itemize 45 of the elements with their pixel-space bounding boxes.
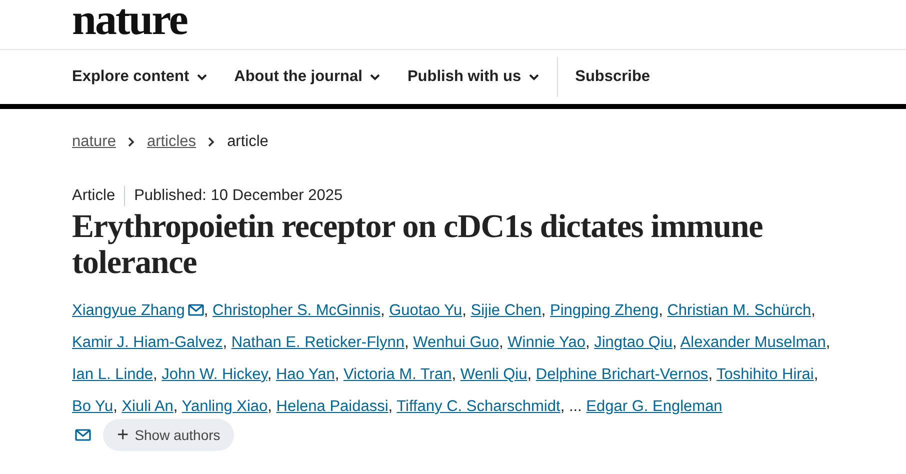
article-type: Article — [72, 187, 116, 205]
breadcrumb-link[interactable]: articles — [146, 133, 196, 151]
show-authors-button[interactable]: + Show authors — [103, 419, 234, 451]
author-link[interactable]: Alexander Muselman — [680, 334, 826, 351]
nav-link[interactable]: About the journal — [234, 68, 380, 86]
article-title: Erythropoietin receptor on cDC1s dictates immune tolerance — [72, 209, 764, 281]
author-link[interactable]: Christian M. Schürch — [667, 302, 812, 319]
author-link[interactable]: Pingping Zheng — [550, 302, 659, 319]
breadcrumb-link[interactable]: nature — [72, 133, 116, 151]
chevron-right-icon — [208, 137, 216, 147]
author-link[interactable]: Delphine Brichart-Vernos — [536, 366, 708, 383]
author-link[interactable]: Yanling Xiao — [182, 398, 268, 415]
chevron-down-icon — [529, 74, 540, 80]
envelope-icon[interactable] — [188, 304, 204, 316]
author-link[interactable]: Kamir J. Hiam-Galvez — [72, 334, 223, 351]
author-link[interactable]: Xiangyue Zhang — [72, 302, 204, 319]
author-link[interactable]: Winnie Yao — [508, 334, 586, 351]
author-link[interactable]: Jingtao Qiu — [594, 334, 673, 351]
author-link[interactable]: Wenli Qiu — [460, 366, 528, 383]
author-link[interactable]: Toshihito Hirai — [716, 366, 814, 383]
author-link[interactable]: Xiuli An — [122, 398, 174, 415]
author-link[interactable]: Edgar G. Engleman — [586, 398, 722, 415]
ellipsis: ... — [568, 398, 582, 415]
author-link[interactable]: Ian L. Linde — [72, 366, 154, 383]
breadcrumb-current: article — [227, 133, 268, 151]
envelope-icon[interactable] — [75, 429, 91, 441]
author-link[interactable]: Sijie Chen — [470, 302, 542, 319]
author-link[interactable]: John W. Hickey — [162, 366, 268, 383]
publication-date: Published: 10 December 2025 — [134, 187, 343, 205]
author-link[interactable]: Bo Yu — [72, 398, 114, 415]
chevron-down-icon — [370, 74, 380, 80]
author-link[interactable]: Helena Paidassi — [276, 398, 388, 415]
nav-link[interactable]: Subscribe — [575, 68, 650, 86]
author-link[interactable]: Nathan E. Reticker-Flynn — [231, 334, 404, 351]
author-link[interactable]: Tiffany C. Scharschmidt — [396, 398, 560, 415]
nature-logo[interactable]: nature — [72, 0, 187, 47]
chevron-down-icon — [197, 74, 208, 80]
nav-link[interactable]: Explore content — [72, 68, 208, 86]
author-link[interactable]: Victoria M. Tran — [343, 366, 452, 383]
nav-link[interactable]: Publish with us — [407, 68, 540, 86]
author-link[interactable]: Hao Yan — [276, 366, 335, 383]
author-link[interactable]: Guotao Yu — [389, 302, 462, 319]
chevron-right-icon — [128, 137, 135, 147]
author-link[interactable]: Wenhui Guo — [413, 334, 500, 351]
author-link[interactable]: Christopher S. McGinnis — [212, 302, 380, 319]
